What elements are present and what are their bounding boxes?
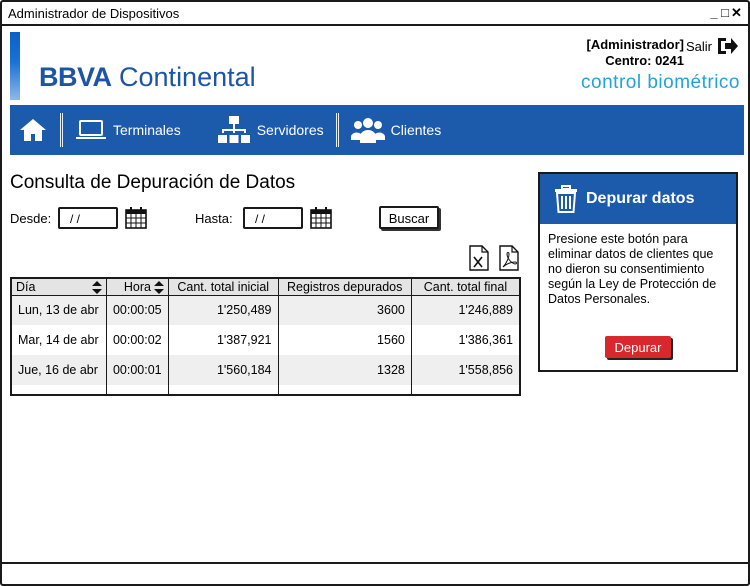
window-title: Administrador de Dispositivos (8, 6, 180, 21)
app-subtitle: control biométrico (581, 72, 740, 93)
column-header-hora[interactable]: Hora (105, 277, 169, 296)
cell-dia: Lun, 13 de abr (10, 295, 107, 325)
purge-panel-description: Presione este botón para eliminar datos … (548, 232, 717, 306)
pdf-icon[interactable] (499, 245, 519, 271)
close-button[interactable]: ✕ (731, 5, 742, 21)
sort-icon[interactable] (91, 281, 102, 294)
cell-cant-final: 1'558,856 (410, 355, 521, 385)
purge-panel-title: Depurar datos (586, 190, 695, 207)
purge-results-table: Día Hora Cant. total inicial Registros d… (10, 277, 521, 396)
calendar-icon[interactable] (309, 206, 333, 230)
excel-icon[interactable] (469, 245, 489, 271)
table-filler-row (10, 385, 521, 395)
purge-panel-header: Depurar datos (540, 174, 736, 224)
app-window: Administrador de Dispositivos _ □✕ BBVA C… (0, 0, 750, 586)
hasta-date-input[interactable]: / / (243, 207, 303, 229)
nav-terminales-label: Terminales (113, 122, 181, 138)
column-header-registros: Registros depurados (277, 277, 412, 296)
nav-separator (60, 113, 63, 147)
title-bar: Administrador de Dispositivos _ □✕ (2, 2, 748, 26)
users-icon (350, 118, 385, 143)
table-row[interactable]: Mar, 14 de abr 00:00:02 1'387,921 1560 1… (10, 325, 521, 355)
cell-hora: 00:00:05 (105, 295, 169, 325)
column-header-label: Hora (123, 279, 151, 294)
sign-out-icon (718, 38, 738, 54)
cell-registros: 3600 (277, 295, 412, 325)
nav-clientes-label: Clientes (390, 122, 442, 138)
search-button[interactable]: Buscar (379, 206, 439, 229)
cell-hora: 00:00:01 (105, 355, 169, 385)
cell-dia: Mar, 14 de abr (10, 325, 107, 355)
desde-label: Desde: (10, 211, 52, 226)
nav-terminales[interactable]: Terminales (67, 105, 189, 155)
desde-date-input[interactable]: / / (58, 207, 118, 229)
minimize-button[interactable]: _ (709, 5, 720, 20)
table-header-row: Día Hora Cant. total inicial Registros d… (10, 277, 521, 296)
home-icon (20, 119, 46, 141)
cell-cant-final: 1'246,889 (410, 295, 521, 325)
column-header-label: Día (16, 279, 36, 294)
cell-hora: 00:00:02 (105, 325, 169, 355)
purge-panel: Depurar datos Presione este botón para e… (538, 172, 738, 372)
laptop-icon (76, 120, 106, 139)
center-code: Centro: 0241 (605, 53, 684, 68)
user-role: [Administrador] (586, 37, 685, 52)
nav-home[interactable] (10, 105, 56, 155)
cell-cant-inicial: 1'387,921 (167, 325, 279, 355)
window-controls: _ □✕ (709, 5, 742, 21)
main-nav: Terminales Servidores Clientes (10, 105, 744, 155)
cell-registros: 1560 (277, 325, 412, 355)
maximize-button[interactable]: □ (720, 5, 731, 20)
hasta-label: Hasta: (195, 211, 233, 226)
cell-cant-inicial: 1'250,489 (167, 295, 279, 325)
nav-servidores-label: Servidores (256, 122, 324, 138)
cell-registros: 1328 (277, 355, 412, 385)
nav-clientes[interactable]: Clientes (343, 105, 450, 155)
column-header-cant-final: Cant. total final (410, 277, 521, 296)
cell-dia: Jue, 16 de abr (10, 355, 107, 385)
depurar-button[interactable]: Depurar (605, 336, 671, 358)
page-title: Consulta de Depuración de Datos (10, 172, 296, 193)
logo-regular-text: Continental (119, 62, 256, 92)
cell-cant-inicial: 1'560,184 (167, 355, 279, 385)
logout-label: Salir (685, 38, 712, 54)
bbva-logo: BBVA Continental (39, 62, 256, 93)
cell-cant-final: 1'386,361 (410, 325, 521, 355)
user-info: [Administrador] Centro: 0241 (587, 37, 685, 69)
column-header-cant-inicial: Cant. total inicial (167, 277, 279, 296)
status-bar-divider (2, 562, 748, 564)
logout-button[interactable]: Salir (686, 36, 738, 56)
calendar-icon[interactable] (124, 206, 148, 230)
sort-icon[interactable] (153, 281, 164, 294)
column-header-dia[interactable]: Día (10, 277, 107, 296)
trash-icon (555, 185, 577, 213)
table-row[interactable]: Lun, 13 de abr 00:00:05 1'250,489 3600 1… (10, 295, 521, 325)
table-row[interactable]: Jue, 16 de abr 00:00:01 1'560,184 1328 1… (10, 355, 521, 385)
sitemap-icon (217, 116, 250, 143)
logo-bold-text: BBVA (39, 62, 112, 92)
nav-separator (335, 113, 339, 147)
nav-servidores[interactable]: Servidores (209, 105, 332, 155)
logo-stripe (10, 32, 20, 100)
